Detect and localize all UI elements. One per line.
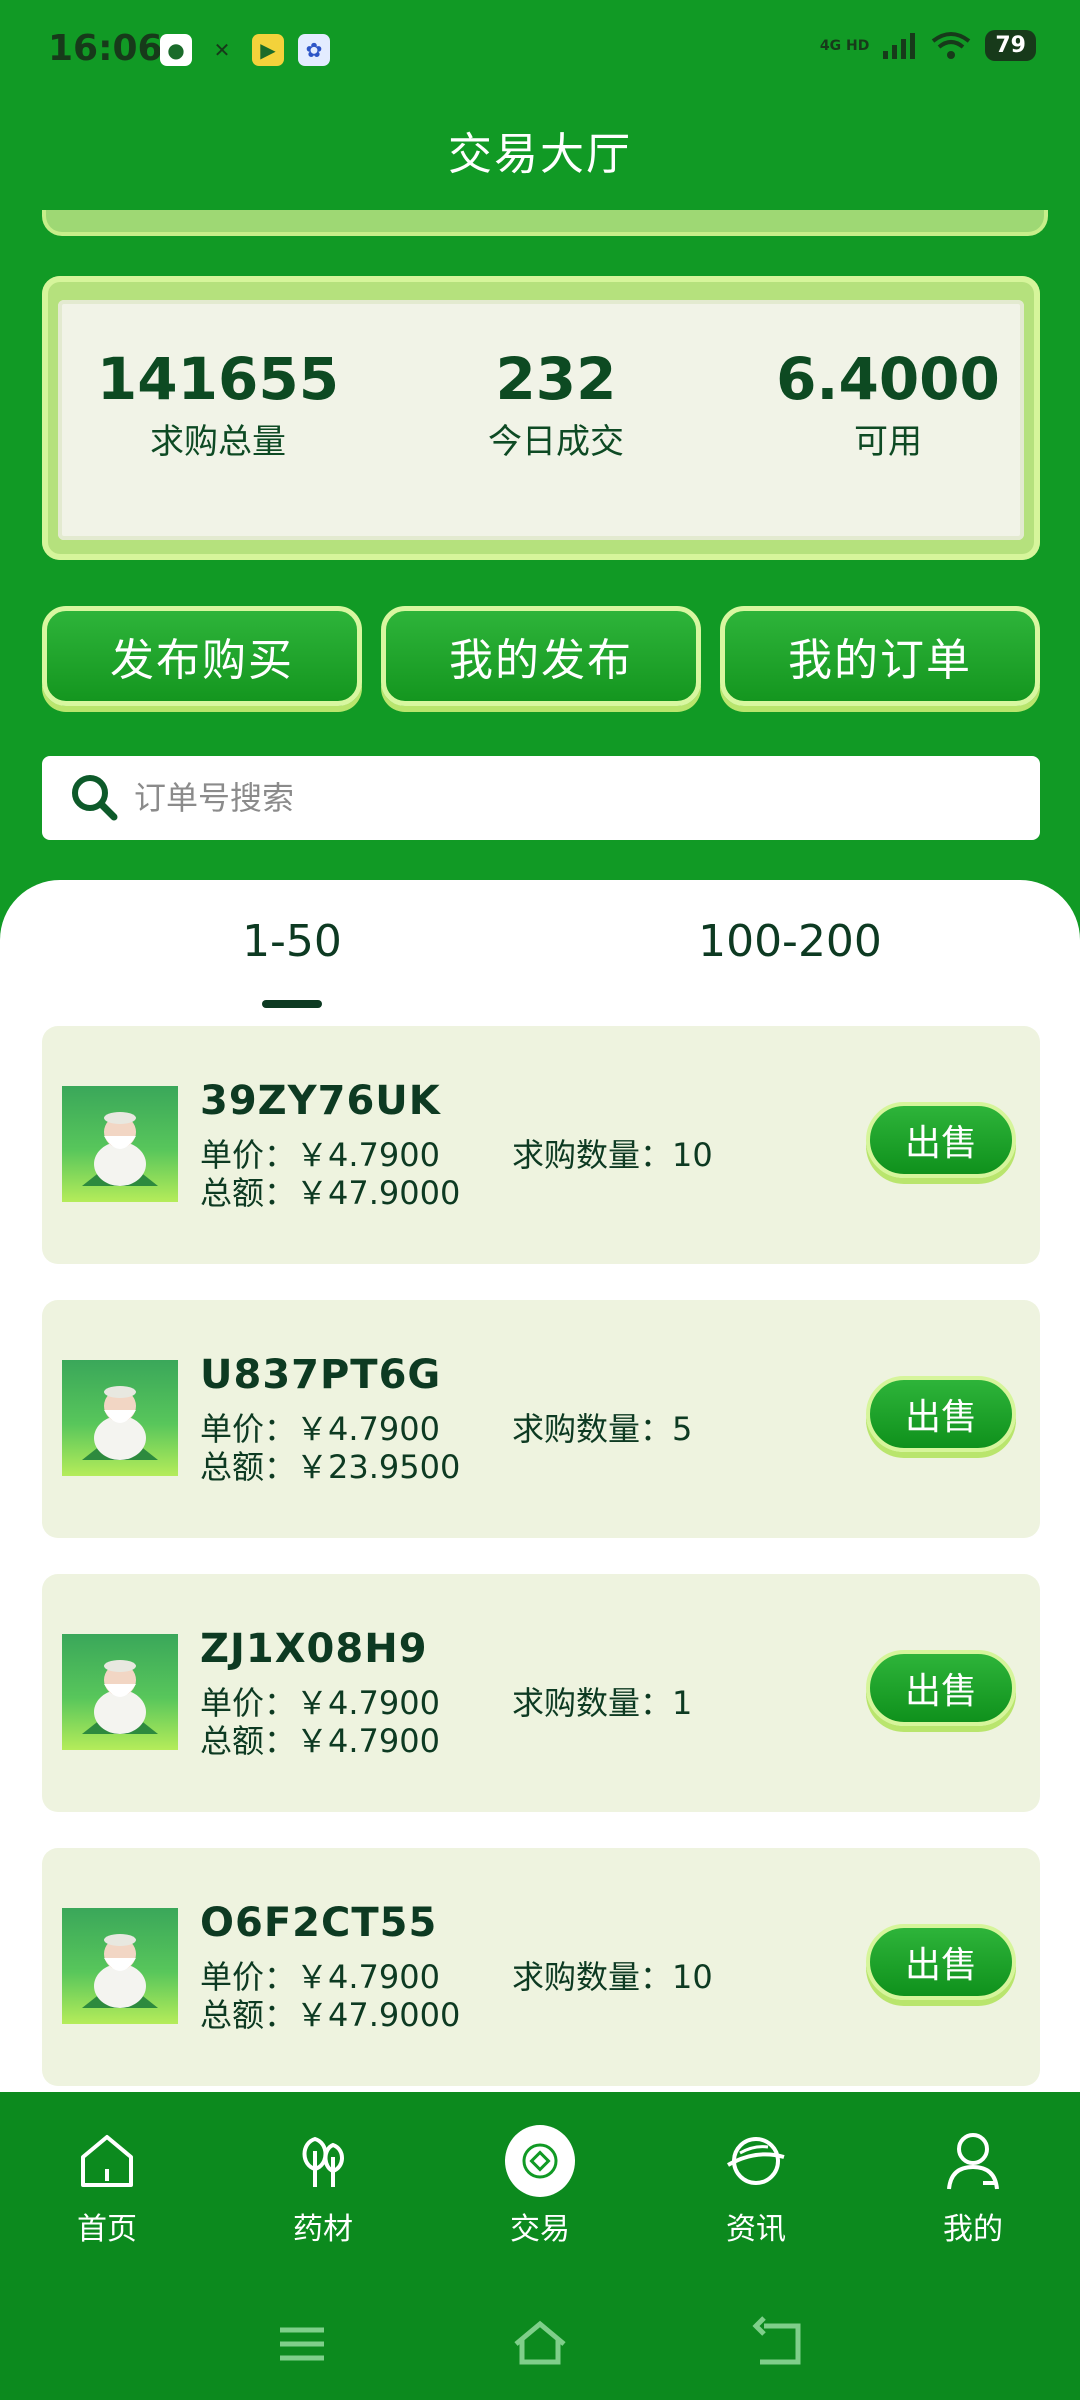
order-id: U837PT6G xyxy=(200,1352,442,1398)
list-item: U837PT6G 单价：￥4.7900 总额：￥23.9500 求购数量：5 出… xyxy=(42,1300,1040,1538)
app-notification-icon: ▶ xyxy=(252,34,284,66)
list-item: 39ZY76UK 单价：￥4.7900 总额：￥47.9000 求购数量：10 … xyxy=(42,1026,1040,1264)
page-title: 交易大厅 xyxy=(448,129,632,180)
order-id: O6F2CT55 xyxy=(200,1900,438,1946)
sell-button[interactable]: 出售 xyxy=(866,1102,1016,1178)
demand-quantity: 求购数量：1 xyxy=(512,1684,693,1722)
sell-button[interactable]: 出售 xyxy=(866,1376,1016,1452)
total-amount: 总额：￥23.9500 xyxy=(200,1448,461,1486)
tab-news[interactable]: 资讯 xyxy=(676,2126,836,2248)
stat-available: 6.4000 可用 xyxy=(738,346,1038,463)
stat-value: 6.4000 xyxy=(776,345,1000,413)
active-tab-indicator xyxy=(262,1000,322,1008)
tab-label: 药材 xyxy=(293,2212,353,2247)
tab-trade[interactable]: 交易 xyxy=(460,2125,620,2248)
order-id: ZJ1X08H9 xyxy=(200,1626,428,1672)
app-notification-icon: ✿ xyxy=(298,34,330,66)
sage-figure-icon xyxy=(82,1112,158,1186)
stat-value: 232 xyxy=(495,345,617,413)
stat-label: 今日成交 xyxy=(488,422,624,462)
demand-quantity: 求购数量：10 xyxy=(512,1136,713,1174)
demand-quantity: 求购数量：10 xyxy=(512,1958,713,1996)
wifi-icon xyxy=(932,31,971,59)
trade-icon xyxy=(505,2125,575,2197)
order-list: 39ZY76UK 单价：￥4.7900 总额：￥47.9000 求购数量：10 … xyxy=(42,1026,1040,2100)
search-box[interactable] xyxy=(42,756,1040,840)
tab-range-1-50[interactable]: 1-50 xyxy=(112,916,472,967)
total-amount: 总额：￥47.9000 xyxy=(200,1174,461,1212)
system-nav-bar xyxy=(0,2292,1080,2400)
status-bar: 16:06 ● ✕ ▶ ✿ 4G HD 79 xyxy=(0,0,1080,100)
my-publish-button[interactable]: 我的发布 xyxy=(381,606,701,706)
status-right: 4G HD 79 xyxy=(820,30,1036,61)
product-thumbnail xyxy=(62,1086,178,1202)
stat-label: 求购总量 xyxy=(150,422,286,462)
tab-label: 首页 xyxy=(77,2212,137,2247)
tab-range-100-200[interactable]: 100-200 xyxy=(610,916,970,967)
stat-today-deals: 232 今日成交 xyxy=(406,346,706,463)
my-orders-button[interactable]: 我的订单 xyxy=(720,606,1040,706)
user-icon xyxy=(938,2126,1008,2196)
status-time: 16:06 xyxy=(48,28,163,69)
notification-icons: ● ✕ ▶ ✿ xyxy=(160,34,330,66)
tab-profile[interactable]: 我的 xyxy=(893,2126,1053,2248)
sage-figure-icon xyxy=(82,1386,158,1460)
bottom-tab-bar: 首页 药材 交易 资讯 我的 xyxy=(0,2092,1080,2292)
stat-total-demand: 141655 求购总量 xyxy=(68,346,368,463)
signal-icon xyxy=(883,32,916,59)
decorative-strip xyxy=(42,210,1048,236)
tab-herbs[interactable]: 药材 xyxy=(243,2126,403,2248)
stats-panel: 141655 求购总量 232 今日成交 6.4000 可用 xyxy=(58,300,1024,540)
network-label: 4G HD xyxy=(819,37,870,54)
product-thumbnail xyxy=(62,1634,178,1750)
tab-label: 我的 xyxy=(943,2212,1003,2247)
globe-icon xyxy=(721,2126,791,2196)
tab-label: 交易 xyxy=(510,2212,570,2247)
order-id: 39ZY76UK xyxy=(200,1078,441,1124)
home-icon xyxy=(72,2126,142,2196)
sage-figure-icon xyxy=(82,1660,158,1734)
total-amount: 总额：￥47.9000 xyxy=(200,1996,461,2034)
product-thumbnail xyxy=(62,1360,178,1476)
tab-home[interactable]: 首页 xyxy=(27,2126,187,2248)
stat-value: 141655 xyxy=(96,345,340,413)
tree-icon xyxy=(288,2126,358,2196)
tab-label: 资讯 xyxy=(726,2212,786,2247)
list-item: O6F2CT55 单价：￥4.7900 总额：￥47.9000 求购数量：10 … xyxy=(42,1848,1040,2086)
stats-card: 141655 求购总量 232 今日成交 6.4000 可用 xyxy=(42,276,1040,560)
menu-icon[interactable] xyxy=(272,2314,332,2374)
list-item: ZJ1X08H9 单价：￥4.7900 总额：￥4.7900 求购数量：1 出售 xyxy=(42,1574,1040,1812)
back-icon[interactable] xyxy=(750,2314,810,2374)
sage-figure-icon xyxy=(82,1934,158,2008)
home-nav-icon[interactable] xyxy=(510,2314,570,2374)
demand-quantity: 求购数量：5 xyxy=(512,1410,693,1448)
sell-button[interactable]: 出售 xyxy=(866,1650,1016,1726)
search-icon xyxy=(72,775,118,821)
action-buttons: 发布购买 我的发布 我的订单 xyxy=(42,606,1040,706)
sell-button[interactable]: 出售 xyxy=(866,1924,1016,2000)
total-amount: 总额：￥4.7900 xyxy=(200,1722,440,1760)
product-thumbnail xyxy=(62,1908,178,2024)
order-search-input[interactable] xyxy=(132,778,936,818)
app-notification-icon: ● xyxy=(160,34,192,66)
battery-indicator: 79 xyxy=(985,30,1036,61)
order-list-panel: 1-50 100-200 39ZY76UK 单价：￥4.7900 总额：￥47.… xyxy=(0,880,1080,2100)
publish-buy-button[interactable]: 发布购买 xyxy=(42,606,362,706)
range-tabs: 1-50 100-200 xyxy=(0,916,1080,996)
stat-label: 可用 xyxy=(854,422,922,462)
app-notification-icon: ✕ xyxy=(213,38,231,62)
